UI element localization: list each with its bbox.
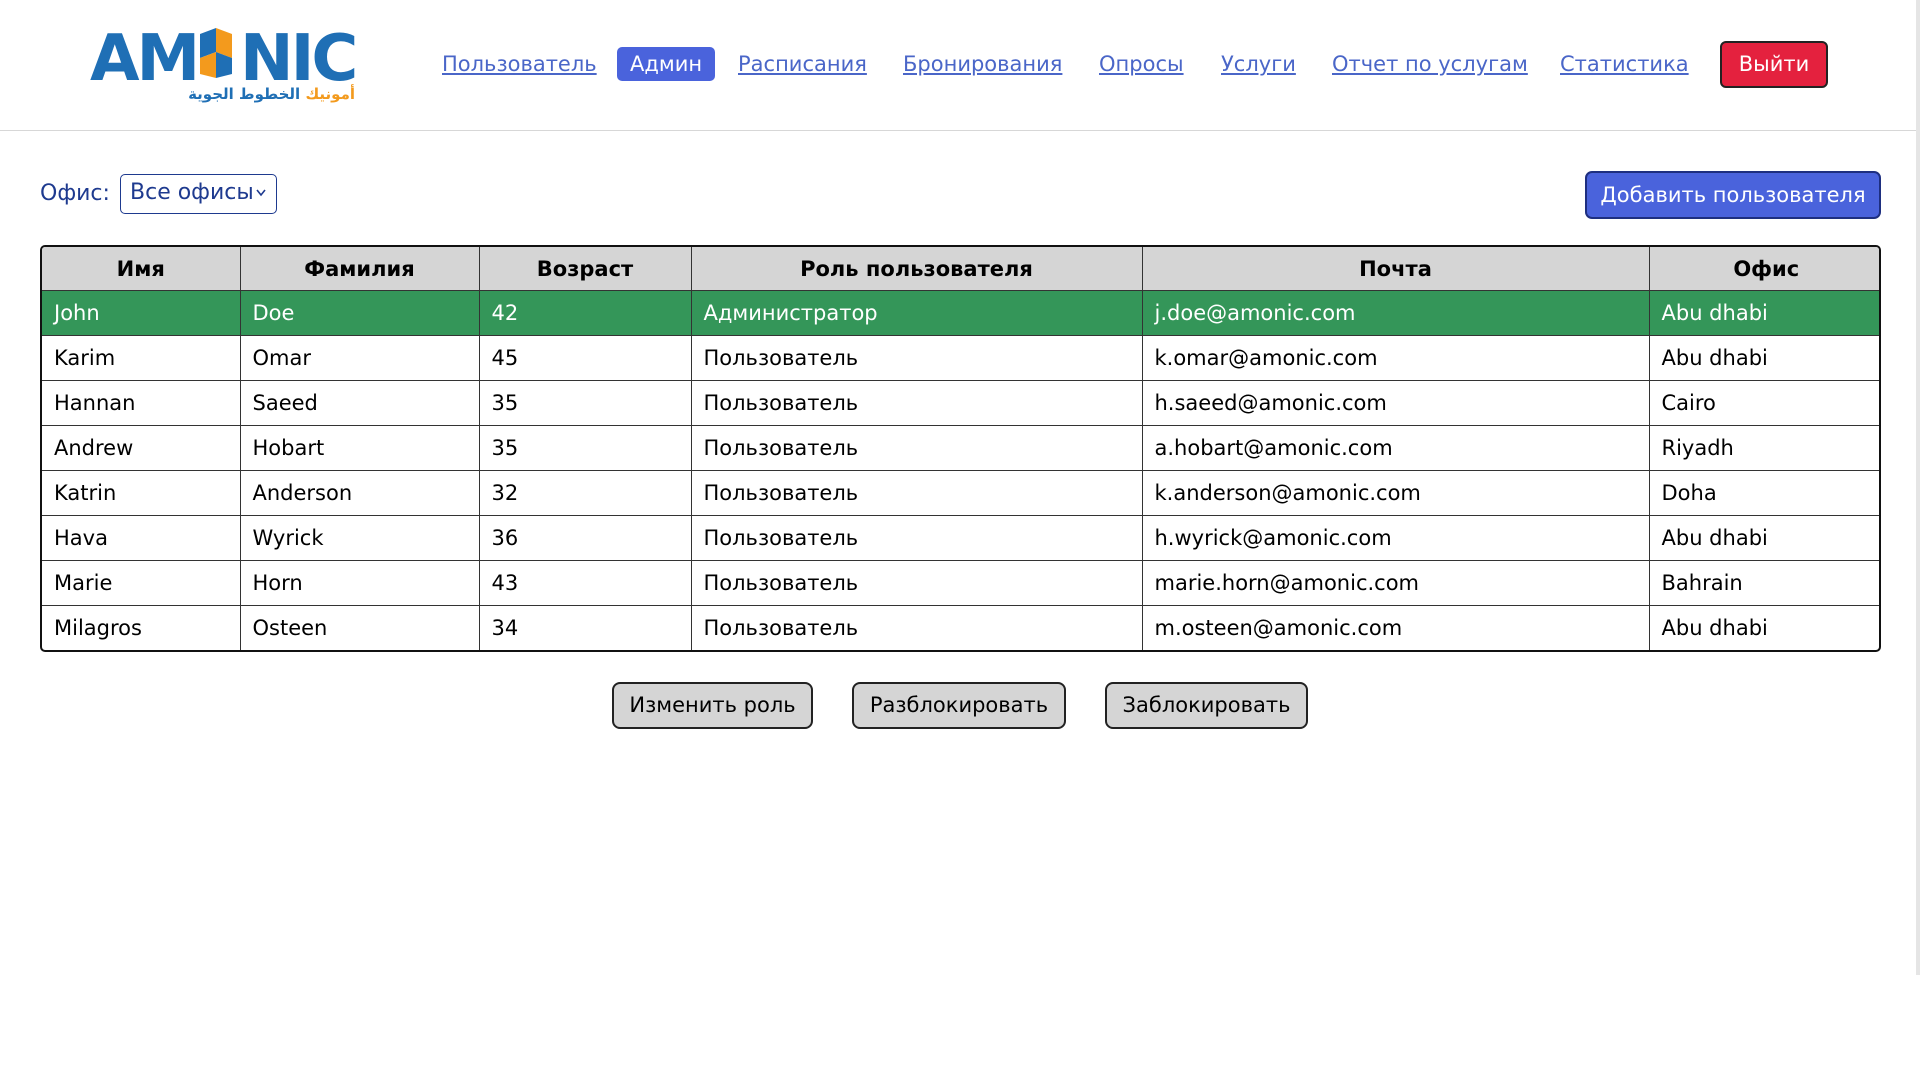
cell-role: Пользователь xyxy=(690,470,1143,516)
cell-office: Cairo xyxy=(1648,380,1879,426)
cell-age: 42 xyxy=(478,290,692,336)
table-row[interactable]: Katrin Anderson 32 Пользователь k.anderson@a… xyxy=(42,470,1879,516)
cell-last-name: Hobart xyxy=(239,425,480,471)
cell-office: Abu dhabi xyxy=(1648,290,1879,336)
column-header-age[interactable]: Возраст xyxy=(478,247,692,291)
cell-role: Пользователь xyxy=(690,560,1143,606)
nav-item-services-report[interactable]: Отчет по услугам xyxy=(1332,46,1528,82)
cell-office: Bahrain xyxy=(1648,560,1879,606)
logo-arabic-text: أمونيك الخطوط الجوية xyxy=(188,84,355,104)
cell-first-name: John xyxy=(42,290,241,336)
cell-role: Пользователь xyxy=(690,605,1143,650)
cell-role: Администратор xyxy=(690,290,1143,336)
nav-item-surveys[interactable]: Опросы xyxy=(1099,46,1184,82)
table-row[interactable]: Milagros Osteen 34 Пользователь m.osteen@amo… xyxy=(42,605,1879,650)
logo-arabic-blue: الخطوط الجوية xyxy=(188,85,301,103)
cell-role: Пользователь xyxy=(690,515,1143,561)
svg-text:AM: AM xyxy=(90,22,197,90)
chevron-down-icon xyxy=(255,175,267,225)
cell-office: Doha xyxy=(1648,470,1879,516)
cell-last-name: Omar xyxy=(239,335,480,381)
table-row[interactable]: Hannan Saeed 35 Пользователь h.saeed@amonic.… xyxy=(42,380,1879,426)
logo-arabic-orange: أمونيك xyxy=(305,85,355,103)
logo-wordmark-icon: AM NIC xyxy=(90,22,355,90)
add-user-button[interactable]: Добавить пользователя xyxy=(1585,171,1881,219)
table-row[interactable]: John Doe 42 Администратор j.doe@amonic.com Ab… xyxy=(42,290,1879,336)
cell-email: k.omar@amonic.com xyxy=(1141,335,1650,381)
cell-office: Abu dhabi xyxy=(1648,335,1879,381)
cell-email: k.anderson@amonic.com xyxy=(1141,470,1650,516)
cell-age: 35 xyxy=(478,425,692,471)
cell-age: 32 xyxy=(478,470,692,516)
nav-item-services[interactable]: Услуги xyxy=(1221,46,1296,82)
nav-item-bookings[interactable]: Бронирования xyxy=(903,46,1062,82)
scrollbar-track xyxy=(1916,975,1920,1080)
office-filter-select[interactable]: Все офисы xyxy=(120,174,277,214)
office-filter-label: Офис: xyxy=(40,181,110,206)
cell-age: 35 xyxy=(478,380,692,426)
users-table: Имя Фамилия Возраст Роль пользователя По… xyxy=(40,245,1881,652)
table-row[interactable]: Andrew Hobart 35 Пользователь a.hobart@amoni… xyxy=(42,425,1879,471)
column-header-email[interactable]: Почта xyxy=(1141,247,1650,291)
amonic-logo: AM NIC أمونيك الخطوط الجوية xyxy=(90,20,355,110)
cell-first-name: Milagros xyxy=(42,605,241,650)
column-header-last-name[interactable]: Фамилия xyxy=(239,247,480,291)
cell-age: 36 xyxy=(478,515,692,561)
cell-last-name: Saeed xyxy=(239,380,480,426)
scrollbar[interactable] xyxy=(1916,0,1920,975)
cell-first-name: Marie xyxy=(42,560,241,606)
cell-age: 43 xyxy=(478,560,692,606)
cell-office: Abu dhabi xyxy=(1648,605,1879,650)
nav-item-schedules[interactable]: Расписания xyxy=(738,46,867,82)
table-row[interactable]: Hava Wyrick 36 Пользователь h.wyrick@amonic.… xyxy=(42,515,1879,561)
logout-button[interactable]: Выйти xyxy=(1720,41,1828,88)
admin-page: AM NIC أمونيك الخطوط الجوية Пользователь… xyxy=(0,0,1920,1080)
block-button[interactable]: Заблокировать xyxy=(1105,682,1308,729)
cell-email: h.saeed@amonic.com xyxy=(1141,380,1650,426)
cell-office: Riyadh xyxy=(1648,425,1879,471)
cell-last-name: Osteen xyxy=(239,605,480,650)
cell-role: Пользователь xyxy=(690,380,1143,426)
table-row[interactable]: Marie Horn 43 Пользователь marie.horn@amonic… xyxy=(42,560,1879,606)
column-header-office[interactable]: Офис xyxy=(1648,247,1879,291)
office-filter-value: Все офисы xyxy=(130,180,254,205)
nav-item-admin[interactable]: Админ xyxy=(617,47,716,81)
cell-last-name: Wyrick xyxy=(239,515,480,561)
table-header-row: Имя Фамилия Возраст Роль пользователя По… xyxy=(42,247,1879,291)
cell-age: 45 xyxy=(478,335,692,381)
table-row[interactable]: Karim Omar 45 Пользователь k.omar@amonic.com… xyxy=(42,335,1879,381)
cell-first-name: Katrin xyxy=(42,470,241,516)
header: AM NIC أمونيك الخطوط الجوية Пользователь… xyxy=(0,0,1916,131)
cell-age: 34 xyxy=(478,605,692,650)
nav-item-user[interactable]: Пользователь xyxy=(442,46,597,82)
nav-item-statistics[interactable]: Статистика xyxy=(1560,46,1689,82)
cell-email: marie.horn@amonic.com xyxy=(1141,560,1650,606)
column-header-role[interactable]: Роль пользователя xyxy=(690,247,1143,291)
table-body: John Doe 42 Администратор j.doe@amonic.com Ab… xyxy=(42,290,1879,650)
cell-last-name: Horn xyxy=(239,560,480,606)
cell-email: j.doe@amonic.com xyxy=(1141,290,1650,336)
cell-first-name: Hava xyxy=(42,515,241,561)
column-header-first-name[interactable]: Имя xyxy=(42,247,241,291)
unblock-button[interactable]: Разблокировать xyxy=(852,682,1066,729)
cell-first-name: Andrew xyxy=(42,425,241,471)
cell-email: h.wyrick@amonic.com xyxy=(1141,515,1650,561)
cell-office: Abu dhabi xyxy=(1648,515,1879,561)
change-role-button[interactable]: Изменить роль xyxy=(612,682,813,729)
cell-last-name: Doe xyxy=(239,290,480,336)
cell-email: m.osteen@amonic.com xyxy=(1141,605,1650,650)
cell-last-name: Anderson xyxy=(239,470,480,516)
cell-role: Пользователь xyxy=(690,335,1143,381)
svg-text:NIC: NIC xyxy=(240,22,355,90)
cell-first-name: Karim xyxy=(42,335,241,381)
cell-email: a.hobart@amonic.com xyxy=(1141,425,1650,471)
cell-first-name: Hannan xyxy=(42,380,241,426)
cell-role: Пользователь xyxy=(690,425,1143,471)
